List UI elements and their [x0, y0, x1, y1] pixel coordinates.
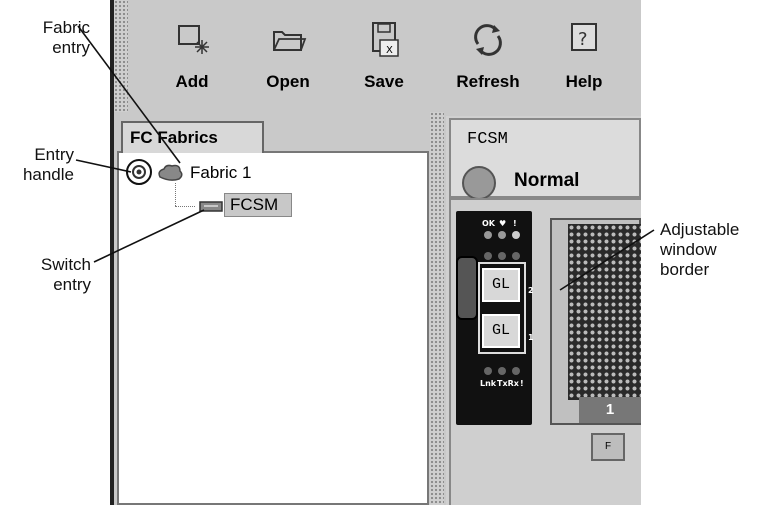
leader-adjustable-border	[559, 229, 655, 291]
callout-leaders	[75, 25, 655, 291]
leader-switch-entry	[93, 209, 205, 263]
leader-entry-handle	[75, 159, 132, 173]
leader-fabric-entry	[77, 25, 181, 164]
